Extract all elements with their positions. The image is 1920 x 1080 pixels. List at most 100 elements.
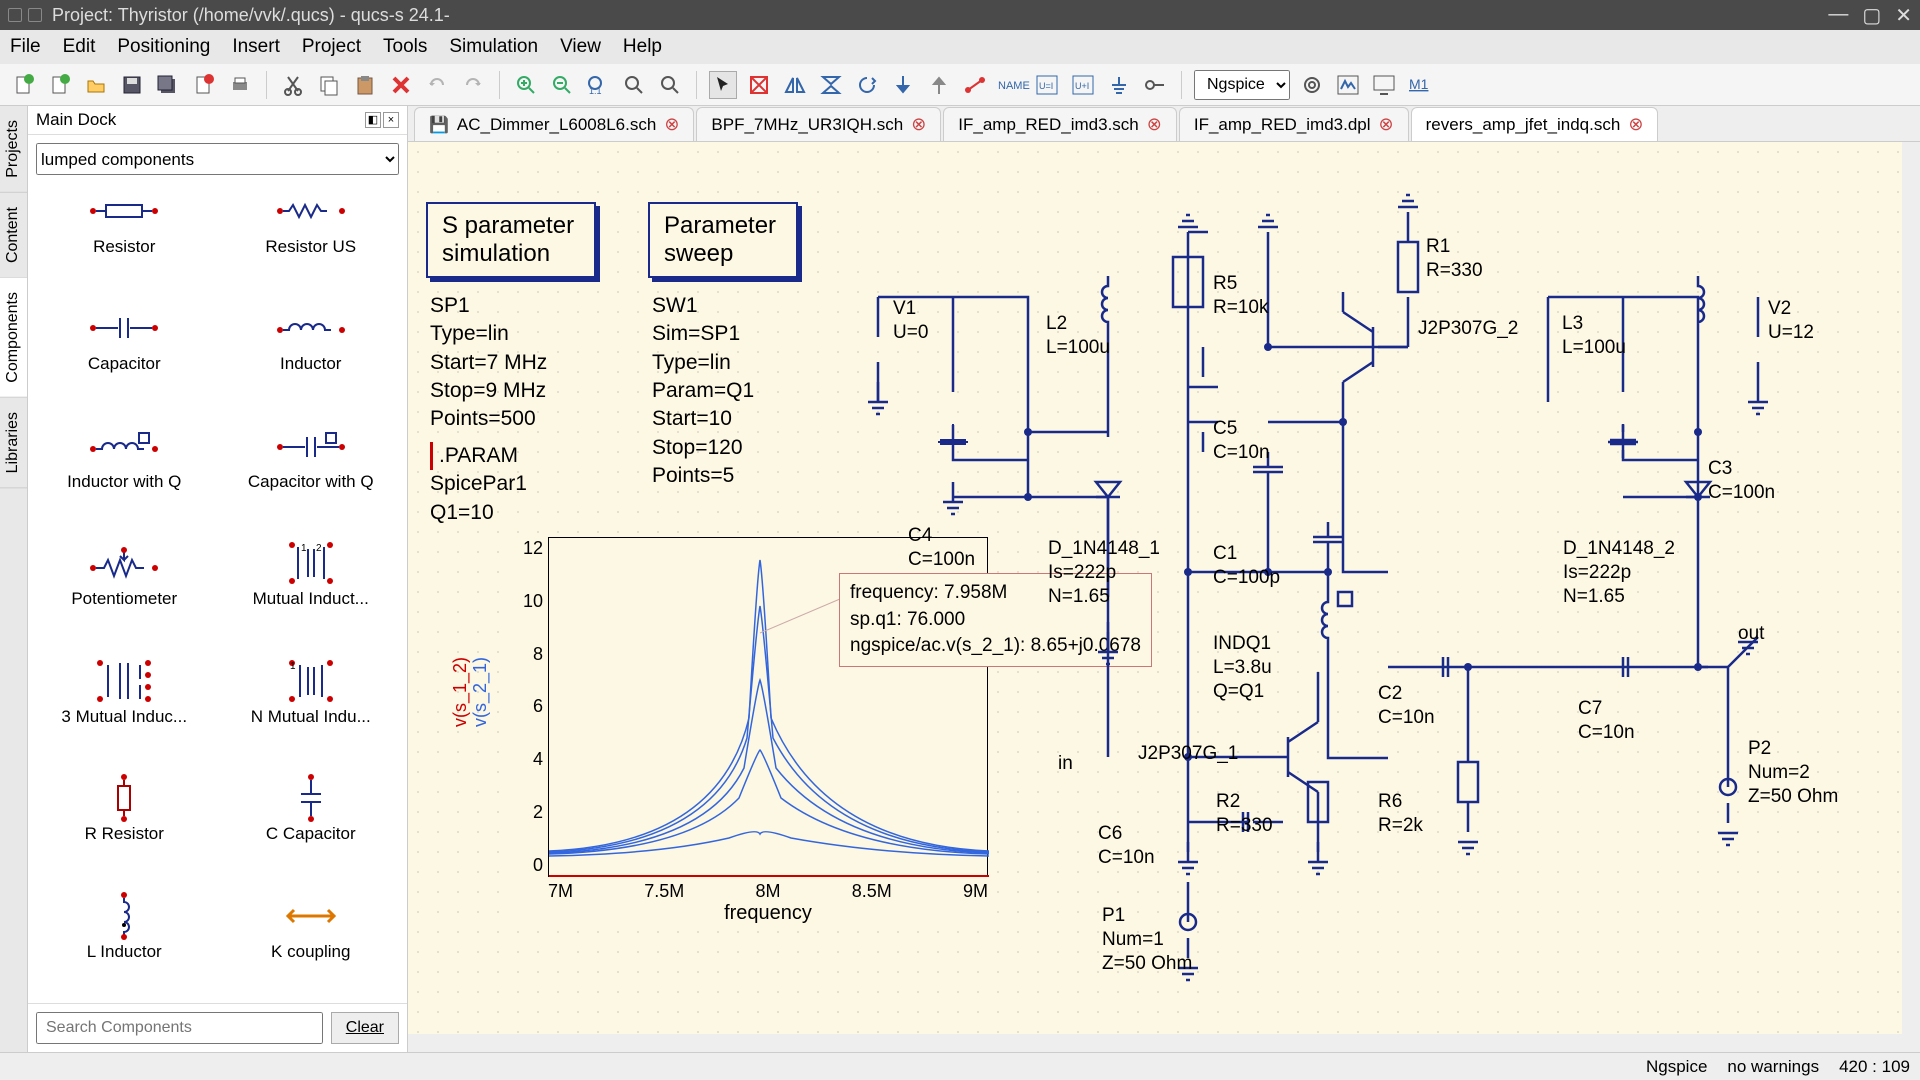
close-icon[interactable]: ⊗ <box>1628 114 1643 135</box>
menu-help[interactable]: Help <box>623 36 662 58</box>
vscrollbar[interactable] <box>1902 142 1920 1034</box>
port-icon[interactable]: U+I <box>1069 71 1097 99</box>
comp-3-mutual[interactable]: 3 Mutual Induc... <box>36 661 213 760</box>
close-button[interactable]: ✕ <box>1895 3 1912 28</box>
comp-mutual-induct[interactable]: 12Mutual Induct... <box>223 543 400 642</box>
tab-components[interactable]: Components <box>0 278 27 398</box>
label-v1[interactable]: V1 U=0 <box>893 297 928 345</box>
display-icon[interactable] <box>1370 71 1398 99</box>
label-in[interactable]: in <box>1058 752 1073 776</box>
tab-ac-dimmer[interactable]: 💾AC_Dimmer_L6008L6.sch⊗ <box>414 107 694 141</box>
menu-tools[interactable]: Tools <box>383 36 427 58</box>
hscrollbar[interactable] <box>408 1034 1920 1052</box>
move-down-icon[interactable] <box>889 71 917 99</box>
deactivate-icon[interactable] <box>745 71 773 99</box>
paste-icon[interactable] <box>351 71 379 99</box>
comp-potentiometer[interactable]: Potentiometer <box>36 543 213 642</box>
search-input[interactable] <box>36 1012 323 1044</box>
dock-float-icon[interactable]: ◧ <box>365 112 381 128</box>
new-textfile-icon[interactable] <box>46 71 74 99</box>
label-c7[interactable]: C7 C=10n <box>1578 697 1635 745</box>
label-c5[interactable]: C5 C=10n <box>1213 417 1270 465</box>
mirror-icon[interactable] <box>781 71 809 99</box>
undo-icon[interactable] <box>423 71 451 99</box>
label-j2[interactable]: J2P307G_2 <box>1418 317 1518 341</box>
marker-icon[interactable]: M1 <box>1406 71 1434 99</box>
save-all-icon[interactable] <box>154 71 182 99</box>
open-icon[interactable] <box>82 71 110 99</box>
clear-button[interactable]: Clear <box>331 1012 399 1044</box>
component-category-select[interactable]: lumped components <box>36 143 399 175</box>
label-d1[interactable]: D_1N4148_1 Is=222p N=1.65 <box>1048 537 1160 608</box>
select-icon[interactable] <box>709 71 737 99</box>
copy-icon[interactable] <box>315 71 343 99</box>
comp-n-mutual[interactable]: 1N Mutual Indu... <box>223 661 400 760</box>
label-p2[interactable]: P2 Num=2 Z=50 Ohm <box>1748 737 1838 808</box>
tab-content[interactable]: Content <box>0 193 27 278</box>
tab-if-amp-dpl[interactable]: IF_amp_RED_imd3.dpl⊗ <box>1179 107 1409 141</box>
zoom-sel-icon[interactable] <box>656 71 684 99</box>
zoom-11-icon[interactable]: 1:1 <box>584 71 612 99</box>
comp-resistor-us[interactable]: Resistor US <box>223 191 400 290</box>
zoom-fit-icon[interactable] <box>620 71 648 99</box>
label-l3[interactable]: L3 L=100u <box>1562 312 1626 360</box>
label-l2[interactable]: L2 L=100u <box>1046 312 1110 360</box>
close-icon[interactable]: ⊗ <box>1147 114 1162 135</box>
label-p1[interactable]: P1 Num=1 Z=50 Ohm <box>1102 904 1192 975</box>
comp-l-inductor[interactable]: L Inductor <box>36 896 213 995</box>
tab-libraries[interactable]: Libraries <box>0 398 27 488</box>
label-j1[interactable]: J2P307G_1 <box>1138 742 1238 766</box>
zoom-in-icon[interactable] <box>512 71 540 99</box>
menu-view[interactable]: View <box>560 36 601 58</box>
close-doc-icon[interactable] <box>190 71 218 99</box>
label-r2[interactable]: R2 R=330 <box>1216 790 1273 838</box>
dock-close-icon[interactable]: × <box>383 112 399 128</box>
menu-insert[interactable]: Insert <box>232 36 280 58</box>
label-d2[interactable]: D_1N4148_2 Is=222p N=1.65 <box>1563 537 1675 608</box>
redo-icon[interactable] <box>459 71 487 99</box>
node-icon[interactable] <box>1141 71 1169 99</box>
label-c2[interactable]: C2 C=10n <box>1378 682 1435 730</box>
tab-if-amp-sch[interactable]: IF_amp_RED_imd3.sch⊗ <box>943 107 1177 141</box>
label-v2[interactable]: V2 U=12 <box>1768 297 1814 345</box>
menu-simulation[interactable]: Simulation <box>449 36 538 58</box>
comp-c-capacitor[interactable]: C Capacitor <box>223 778 400 877</box>
schematic-canvas[interactable]: S parameter simulation SP1 Type=lin Star… <box>408 142 1920 1052</box>
close-icon[interactable]: ⊗ <box>664 114 679 135</box>
print-icon[interactable] <box>226 71 254 99</box>
label-c1[interactable]: C1 C=100p <box>1213 542 1280 590</box>
tab-projects[interactable]: Projects <box>0 106 27 193</box>
label-r1[interactable]: R1 R=330 <box>1426 235 1483 283</box>
label-out[interactable]: out <box>1738 622 1764 646</box>
label-r6[interactable]: R6 R=2k <box>1378 790 1423 838</box>
maximize-button[interactable]: ▢ <box>1862 3 1881 28</box>
comp-k-coupling[interactable]: K coupling <box>223 896 400 995</box>
comp-inductor-q[interactable]: Inductor with Q <box>36 426 213 525</box>
tab-revers-amp[interactable]: revers_amp_jfet_indq.sch⊗ <box>1411 107 1659 141</box>
close-icon[interactable]: ⊗ <box>1379 114 1394 135</box>
menu-project[interactable]: Project <box>302 36 361 58</box>
gear-icon[interactable] <box>1298 71 1326 99</box>
cut-icon[interactable] <box>279 71 307 99</box>
tab-bpf[interactable]: BPF_7MHz_UR3IQH.sch⊗ <box>696 107 941 141</box>
minimize-button[interactable]: — <box>1828 3 1848 28</box>
label-c6[interactable]: C6 C=10n <box>1098 822 1155 870</box>
simulate-icon[interactable] <box>1334 71 1362 99</box>
new-file-icon[interactable] <box>10 71 38 99</box>
comp-capacitor-q[interactable]: Capacitor with Q <box>223 426 400 525</box>
equation-icon[interactable]: U=I <box>1033 71 1061 99</box>
comp-inductor[interactable]: Inductor <box>223 308 400 407</box>
move-up-icon[interactable] <box>925 71 953 99</box>
comp-r-resistor[interactable]: R Resistor <box>36 778 213 877</box>
label-r5[interactable]: R5 R=10k <box>1213 272 1268 320</box>
rotate-icon[interactable] <box>853 71 881 99</box>
label-c4[interactable]: C4 C=100n <box>908 524 975 572</box>
save-icon[interactable] <box>118 71 146 99</box>
menu-edit[interactable]: Edit <box>63 36 96 58</box>
zoom-out-icon[interactable] <box>548 71 576 99</box>
delete-icon[interactable] <box>387 71 415 99</box>
mirror-v-icon[interactable] <box>817 71 845 99</box>
menu-file[interactable]: File <box>10 36 41 58</box>
label-indq1[interactable]: INDQ1 L=3.8u Q=Q1 <box>1213 632 1272 703</box>
ground-icon[interactable] <box>1105 71 1133 99</box>
